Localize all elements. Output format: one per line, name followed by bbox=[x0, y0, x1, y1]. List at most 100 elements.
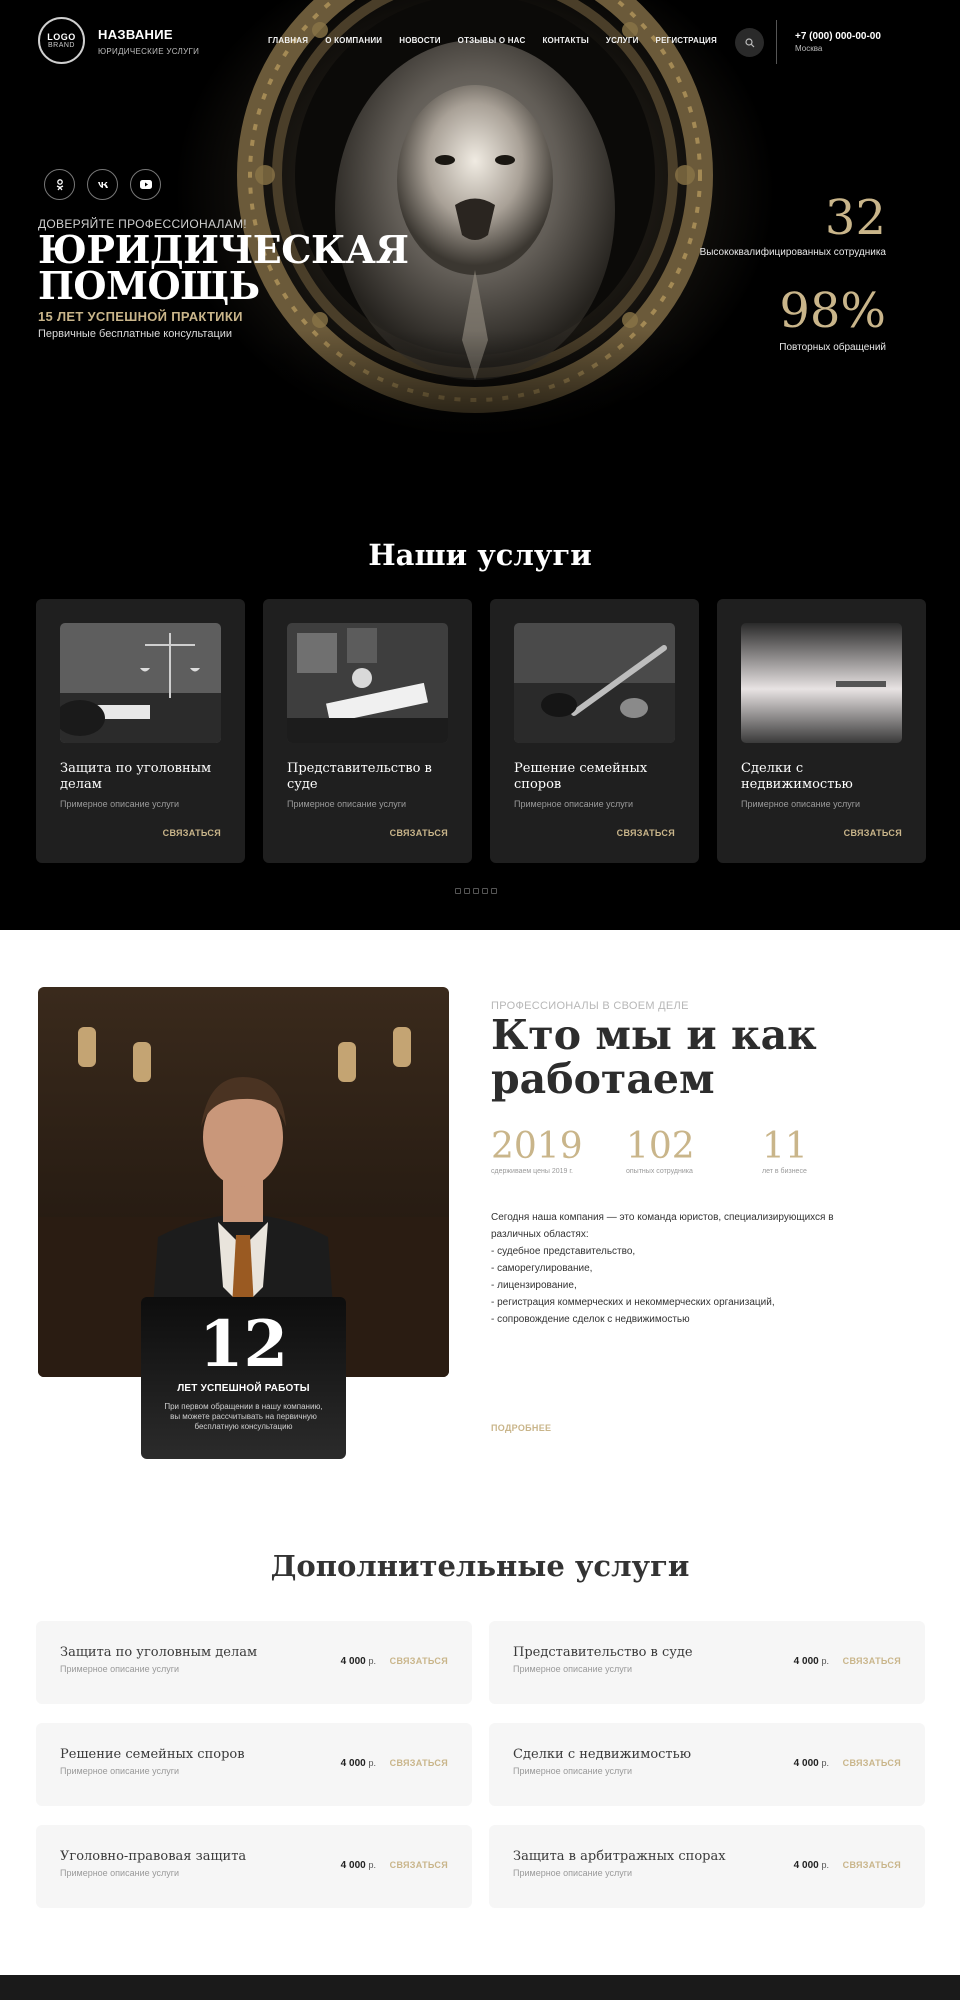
experience-value: 12 bbox=[198, 1307, 289, 1382]
hero-years: 15 ЛЕТ УСПЕШНОЙ ПРАКТИКИ bbox=[38, 309, 243, 324]
extra-service-contact-link[interactable]: СВЯЗАТЬСЯ bbox=[390, 1656, 448, 1666]
extra-service-contact-link[interactable]: СВЯЗАТЬСЯ bbox=[843, 1656, 901, 1666]
extra-service-desc: Примерное описание услуги bbox=[60, 1766, 180, 1776]
carousel-pagination bbox=[455, 888, 497, 894]
hero-stat-employees-label: Высококвалифицированных сотрудника bbox=[699, 247, 886, 258]
extra-service-name: Уголовно-правовая защита bbox=[60, 1849, 247, 1864]
about-stat-value: 11 bbox=[762, 1126, 808, 1167]
price-currency: р. bbox=[821, 1860, 829, 1870]
extra-service-name: Защита по уголовным делам bbox=[60, 1645, 258, 1660]
odnoklassniki-icon[interactable] bbox=[44, 169, 75, 200]
service-name: Решение семейных споров bbox=[514, 761, 648, 792]
service-contact-link[interactable]: СВЯЗАТЬСЯ bbox=[390, 828, 448, 838]
service-image-pen bbox=[514, 623, 675, 743]
price-value: 4 000 bbox=[340, 1860, 366, 1871]
vk-icon[interactable] bbox=[87, 169, 118, 200]
carousel-dot[interactable] bbox=[455, 888, 461, 894]
extra-service-name: Защита в арбитражных спорах bbox=[513, 1849, 726, 1864]
hero-consult-note: Первичные бесплатные консультации bbox=[38, 328, 233, 340]
logo[interactable]: LOGO BRAND bbox=[38, 17, 85, 64]
carousel-dot[interactable] bbox=[473, 888, 479, 894]
about-text-line: Сегодня наша компания — это команда юрис… bbox=[491, 1212, 834, 1223]
nav-item-about[interactable]: О КОМПАНИИ bbox=[325, 36, 382, 45]
service-contact-link[interactable]: СВЯЗАТЬСЯ bbox=[163, 828, 221, 838]
extra-services-title: Дополнительные услуги bbox=[270, 1549, 690, 1583]
service-card[interactable]: Решение семейных споров Примерное описан… bbox=[490, 599, 699, 863]
extra-service-contact-link[interactable]: СВЯЗАТЬСЯ bbox=[390, 1758, 448, 1768]
extra-service-row[interactable]: Защита в арбитражных спорах Примерное оп… bbox=[489, 1825, 925, 1908]
extra-service-contact-link[interactable]: СВЯЗАТЬСЯ bbox=[390, 1860, 448, 1870]
header-phone[interactable]: +7 (000) 000-00-00 bbox=[795, 31, 881, 42]
extra-service-row[interactable]: Уголовно-правовая защита Примерное описа… bbox=[36, 1825, 472, 1908]
about-text-line: - саморегулирование, bbox=[491, 1263, 593, 1274]
nav-item-news[interactable]: НОВОСТИ bbox=[399, 36, 440, 45]
hero-stat-repeat-label: Повторных обращений bbox=[779, 342, 886, 353]
service-card[interactable]: Защита по уголовным делам Примерное опис… bbox=[36, 599, 245, 863]
service-image-document bbox=[741, 623, 902, 743]
nav-item-home[interactable]: ГЛАВНАЯ bbox=[268, 36, 308, 45]
hero-title: ЮРИДИЧЕСКАЯ ПОМОЩЬ bbox=[38, 227, 409, 308]
carousel-dot[interactable] bbox=[464, 888, 470, 894]
extra-service-price: 4 000 р. bbox=[794, 1860, 829, 1871]
about-title: Кто мы и как работаем bbox=[491, 1011, 817, 1103]
extra-service-desc: Примерное описание услуги bbox=[513, 1868, 633, 1878]
service-contact-link[interactable]: СВЯЗАТЬСЯ bbox=[617, 828, 675, 838]
service-image-court bbox=[287, 623, 448, 743]
about-stat: 11 лет в бизнесе bbox=[762, 1126, 808, 1176]
carousel-dot[interactable] bbox=[491, 888, 497, 894]
brand-name[interactable]: НАЗВАНИЕ bbox=[98, 27, 173, 42]
carousel-dot[interactable] bbox=[482, 888, 488, 894]
hero-stat-repeat-value: 98% bbox=[779, 283, 886, 339]
extra-service-row[interactable]: Сделки с недвижимостью Примерное описани… bbox=[489, 1723, 925, 1806]
search-icon bbox=[744, 37, 754, 47]
about-stat-label: сдерживаем цены 2019 г. bbox=[491, 1168, 573, 1175]
extra-service-name: Сделки с недвижимостью bbox=[513, 1747, 692, 1762]
logo-text: LOGO bbox=[47, 31, 76, 42]
extra-service-row[interactable]: Представительство в суде Примерное описа… bbox=[489, 1621, 925, 1704]
price-currency: р. bbox=[368, 1656, 376, 1666]
extra-service-row[interactable]: Решение семейных споров Примерное описан… bbox=[36, 1723, 472, 1806]
price-currency: р. bbox=[821, 1656, 829, 1666]
extra-service-contact-link[interactable]: СВЯЗАТЬСЯ bbox=[843, 1860, 901, 1870]
extra-service-contact-link[interactable]: СВЯЗАТЬСЯ bbox=[843, 1758, 901, 1768]
main-nav: ГЛАВНАЯ О КОМПАНИИ НОВОСТИ ОТЗЫВЫ О НАС … bbox=[268, 36, 717, 45]
about-more-link[interactable]: ПОДРОБНЕЕ bbox=[491, 1423, 551, 1433]
about-stat-label: лет в бизнесе bbox=[762, 1168, 807, 1175]
nav-item-registration[interactable]: РЕГИСТРАЦИЯ bbox=[656, 36, 717, 45]
service-contact-link[interactable]: СВЯЗАТЬСЯ bbox=[844, 828, 902, 838]
experience-label: ЛЕТ УСПЕШНОЙ РАБОТЫ bbox=[177, 1383, 310, 1394]
about-stat: 2019 сдерживаем цены 2019 г. bbox=[491, 1126, 583, 1176]
extra-service-price: 4 000 р. bbox=[341, 1860, 376, 1871]
extra-service-price: 4 000 р. bbox=[341, 1758, 376, 1769]
price-value: 4 000 bbox=[340, 1656, 366, 1667]
service-desc: Примерное описание услуги bbox=[741, 799, 861, 809]
site-header: LOGO BRAND НАЗВАНИЕ ЮРИДИЧЕСКИЕ УСЛУГИ Г… bbox=[0, 0, 960, 84]
nav-item-services[interactable]: УСЛУГИ bbox=[606, 36, 639, 45]
extra-service-name: Решение семейных споров bbox=[60, 1747, 245, 1762]
extra-service-desc: Примерное описание услуги bbox=[513, 1664, 633, 1674]
about-section: 12 ЛЕТ УСПЕШНОЙ РАБОТЫ При первом обраще… bbox=[0, 930, 960, 1490]
about-stat-value: 2019 bbox=[491, 1126, 583, 1167]
experience-card: 12 ЛЕТ УСПЕШНОЙ РАБОТЫ При первом обраще… bbox=[141, 1297, 346, 1459]
experience-text: При первом обращении в нашу компанию, вы… bbox=[164, 1402, 323, 1431]
search-button[interactable] bbox=[735, 28, 764, 57]
social-links bbox=[44, 169, 161, 200]
extra-service-price: 4 000 р. bbox=[341, 1656, 376, 1667]
nav-item-contacts[interactable]: КОНТАКТЫ bbox=[542, 36, 588, 45]
service-card[interactable]: Сделки с недвижимостью Примерное описани… bbox=[717, 599, 926, 863]
service-name: Сделки с недвижимостью bbox=[741, 761, 853, 792]
price-value: 4 000 bbox=[793, 1758, 819, 1769]
youtube-icon[interactable] bbox=[130, 169, 161, 200]
hero-section: LOGO BRAND НАЗВАНИЕ ЮРИДИЧЕСКИЕ УСЛУГИ Г… bbox=[0, 0, 960, 470]
about-stat-value: 102 bbox=[626, 1126, 695, 1167]
brand-tagline: ЮРИДИЧЕСКИЕ УСЛУГИ bbox=[98, 47, 200, 56]
header-divider bbox=[776, 20, 777, 64]
about-stat: 102 опытных сотрудника bbox=[626, 1126, 695, 1176]
service-card[interactable]: Представительство в суде Примерное описа… bbox=[263, 599, 472, 863]
price-value: 4 000 bbox=[340, 1758, 366, 1769]
about-text-line: - судебное представительство, bbox=[491, 1246, 636, 1257]
service-name: Защита по уголовным делам bbox=[60, 761, 212, 792]
nav-item-reviews[interactable]: ОТЗЫВЫ О НАС bbox=[458, 36, 526, 45]
extra-service-row[interactable]: Защита по уголовным делам Примерное опис… bbox=[36, 1621, 472, 1704]
about-text-line: - лицензирование, bbox=[491, 1280, 577, 1291]
